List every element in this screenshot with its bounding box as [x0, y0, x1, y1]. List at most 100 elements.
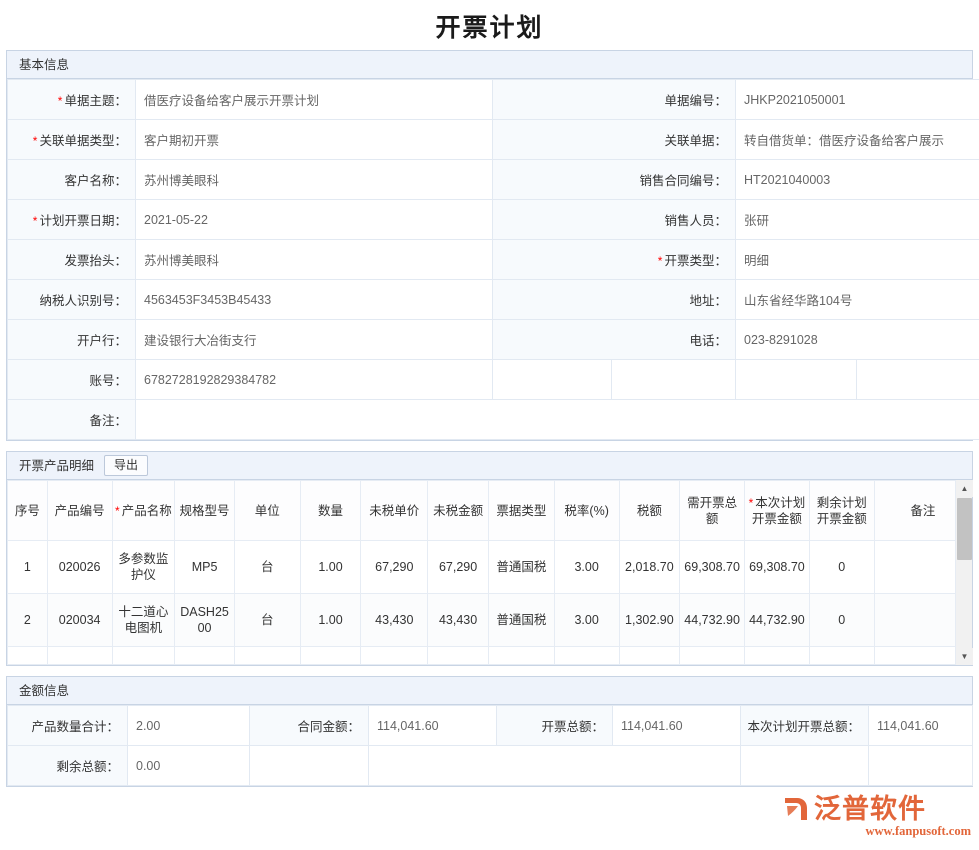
col-header-piaoju-leixing[interactable]: 票据类型	[488, 481, 554, 541]
form-row-3: *计划开票日期： 2021-05-22 销售人员： 张研	[8, 200, 979, 240]
field-value-kaipiao-zonge[interactable]: 114,041.60	[613, 706, 741, 746]
amount-info-panel: 金额信息 产品数量合计： 2.00 合同金额： 114,041.60 开票总额：…	[6, 676, 973, 787]
required-asterisk: *	[33, 134, 38, 148]
required-asterisk: *	[115, 504, 120, 518]
required-asterisk: *	[658, 254, 663, 268]
cell-shengyu-jihua-kaipiao-jine: 0	[809, 541, 874, 594]
field-label-jihua-kaipiao-riqi: *计划开票日期：	[8, 200, 136, 240]
form-row-4: 发票抬头： 苏州博美眼科 *开票类型： 明细	[8, 240, 979, 280]
field-label-xiaoshou-hetong-bianhao: 销售合同编号：	[493, 160, 736, 200]
table-row-partial[interactable]	[8, 647, 972, 665]
col-header-chanpin-mingcheng[interactable]: *产品名称	[112, 481, 175, 541]
field-value-shengyu-zonge[interactable]: 0.00	[128, 746, 250, 786]
cell-xuhao: 1	[8, 541, 48, 594]
cell-guige-xinghao: DASH2500	[175, 594, 235, 647]
field-label-xiaoshou-renyuan: 销售人员：	[493, 200, 736, 240]
field-value-guanlian-danju-leixing[interactable]: 客户期初开票	[136, 120, 493, 160]
field-value-kaihuhang[interactable]: 建设银行大冶街支行	[136, 320, 493, 360]
cell-partial	[809, 647, 874, 665]
field-value-jihua-kaipiao-riqi[interactable]: 2021-05-22	[136, 200, 493, 240]
field-label-kehu-mingcheng: 客户名称：	[8, 160, 136, 200]
col-header-weishui-danjia[interactable]: 未税单价	[361, 481, 428, 541]
field-value-nashuiren-shibiehao[interactable]: 4563453F3453B45433	[136, 280, 493, 320]
cell-partial	[745, 647, 810, 665]
field-value-dizhi[interactable]: 山东省经华路104号	[736, 280, 979, 320]
detail-grid-wrap: 序号 产品编号 *产品名称 规格型号 单位 数量 未税单价 未税金额 票据类型 …	[7, 480, 972, 665]
amount-info-title: 金额信息	[19, 677, 69, 705]
col-header-guige-xinghao[interactable]: 规格型号	[175, 481, 235, 541]
empty-cell-5	[250, 746, 369, 786]
field-value-benci-jihua-kaipiao-zonge[interactable]: 114,041.60	[869, 706, 973, 746]
basic-info-panel: 基本信息 *单据主题： 借医疗设备给客户展示开票计划 单据编号： JHKP202…	[6, 50, 973, 441]
field-value-hetong-jine[interactable]: 114,041.60	[369, 706, 497, 746]
col-header-xuhao[interactable]: 序号	[8, 481, 48, 541]
scroll-down-arrow-icon[interactable]: ▼	[956, 648, 973, 665]
field-label-danju-bianhao: 单据编号：	[493, 80, 736, 120]
col-header-shuilv[interactable]: 税率(%)	[554, 481, 619, 541]
page-root: 开票计划 基本信息 *单据主题： 借医疗设备给客户展示开票计划 单据编号： JH…	[0, 0, 979, 850]
empty-cell-3	[736, 360, 857, 400]
field-label-fapiao-taitou: 发票抬头：	[8, 240, 136, 280]
field-value-danju-zhuti[interactable]: 借医疗设备给客户展示开票计划	[136, 80, 493, 120]
col-header-weishui-jine[interactable]: 未税金额	[428, 481, 489, 541]
cell-piaoju-leixing: 普通国税	[488, 594, 554, 647]
detail-title: 开票产品明细	[19, 452, 94, 480]
empty-cell-7	[741, 746, 869, 786]
cell-weishui-jine: 43,430	[428, 594, 489, 647]
watermark-brand-text: 泛普软件	[814, 794, 926, 824]
field-value-dianhua[interactable]: 023-8291028	[736, 320, 979, 360]
field-value-zhanghao[interactable]: 6782728192829384782	[136, 360, 493, 400]
basic-info-grid: *单据主题： 借医疗设备给客户展示开票计划 单据编号： JHKP20210500…	[7, 79, 979, 440]
cell-shuliang: 1.00	[300, 541, 361, 594]
scrollbar-thumb[interactable]	[957, 498, 972, 560]
col-header-chanpin-bianhao[interactable]: 产品编号	[47, 481, 112, 541]
col-header-shengyu-jihua-kaipiao-jine[interactable]: 剩余计划开票金额	[809, 481, 874, 541]
form-row-0: *单据主题： 借医疗设备给客户展示开票计划 单据编号： JHKP20210500…	[8, 80, 979, 120]
col-header-xu-kaipiao-zonge[interactable]: 需开票总额	[680, 481, 745, 541]
cell-partial	[234, 647, 300, 665]
col-header-shui-e[interactable]: 税额	[619, 481, 680, 541]
scroll-up-arrow-icon[interactable]: ▲	[956, 480, 973, 497]
cell-shengyu-jihua-kaipiao-jine: 0	[809, 594, 874, 647]
field-value-kaipiao-leixing[interactable]: 明细	[736, 240, 979, 280]
col-header-benci-jihua-kaipiao-jine[interactable]: *本次计划开票金额	[745, 481, 810, 541]
cell-shui-e: 1,302.90	[619, 594, 680, 647]
cell-piaoju-leixing: 普通国税	[488, 541, 554, 594]
field-label-kaipiao-leixing: *开票类型：	[493, 240, 736, 280]
detail-vertical-scrollbar[interactable]: ▲ ▼	[955, 480, 972, 665]
cell-partial	[554, 647, 619, 665]
cell-partial	[619, 647, 680, 665]
field-value-kehu-mingcheng[interactable]: 苏州博美眼科	[136, 160, 493, 200]
field-value-fapiao-taitou[interactable]: 苏州博美眼科	[136, 240, 493, 280]
cell-partial	[47, 647, 112, 665]
field-value-danju-bianhao[interactable]: JHKP2021050001	[736, 80, 979, 120]
form-row-6: 开户行： 建设银行大冶街支行 电话： 023-8291028	[8, 320, 979, 360]
empty-cell-6	[369, 746, 741, 786]
col-header-shuliang[interactable]: 数量	[300, 481, 361, 541]
field-label-nashuiren-shibiehao: 纳税人识别号：	[8, 280, 136, 320]
field-value-beizhu[interactable]	[136, 400, 979, 440]
field-value-xiaoshou-hetong-bianhao[interactable]: HT2021040003	[736, 160, 979, 200]
detail-panel: 开票产品明细 导出 序号 产品编号 *产品名称 规格型号	[6, 451, 973, 666]
table-row[interactable]: 1 020026 多参数监护仪 MP5 台 1.00 67,290 67,290…	[8, 541, 972, 594]
cell-partial	[175, 647, 235, 665]
cell-xu-kaipiao-zonge: 69,308.70	[680, 541, 745, 594]
field-value-xiaoshou-renyuan[interactable]: 张研	[736, 200, 979, 240]
field-label-beizhu: 备注：	[8, 400, 136, 440]
amount-info-body: 产品数量合计： 2.00 合同金额： 114,041.60 开票总额： 114,…	[8, 706, 973, 786]
field-label-guanlian-danju-leixing: *关联单据类型：	[8, 120, 136, 160]
field-value-chanpin-shuliang-heji[interactable]: 2.00	[128, 706, 250, 746]
export-button[interactable]: 导出	[104, 455, 148, 476]
cell-partial	[680, 647, 745, 665]
col-header-danwei[interactable]: 单位	[234, 481, 300, 541]
detail-header-row: 序号 产品编号 *产品名称 规格型号 单位 数量 未税单价 未税金额 票据类型 …	[8, 481, 972, 541]
cell-weishui-danjia: 67,290	[361, 541, 428, 594]
required-asterisk: *	[58, 94, 63, 108]
cell-partial	[428, 647, 489, 665]
amount-row-0: 产品数量合计： 2.00 合同金额： 114,041.60 开票总额： 114,…	[8, 706, 973, 746]
table-row[interactable]: 2 020034 十二道心电图机 DASH2500 台 1.00 43,430 …	[8, 594, 972, 647]
field-label-chanpin-shuliang-heji: 产品数量合计：	[8, 706, 128, 746]
basic-info-body: *单据主题： 借医疗设备给客户展示开票计划 单据编号： JHKP20210500…	[8, 80, 979, 440]
detail-tbody: 1 020026 多参数监护仪 MP5 台 1.00 67,290 67,290…	[8, 541, 972, 665]
field-value-guanlian-danju[interactable]: 转自借货单：借医疗设备给客户展示	[736, 120, 979, 160]
